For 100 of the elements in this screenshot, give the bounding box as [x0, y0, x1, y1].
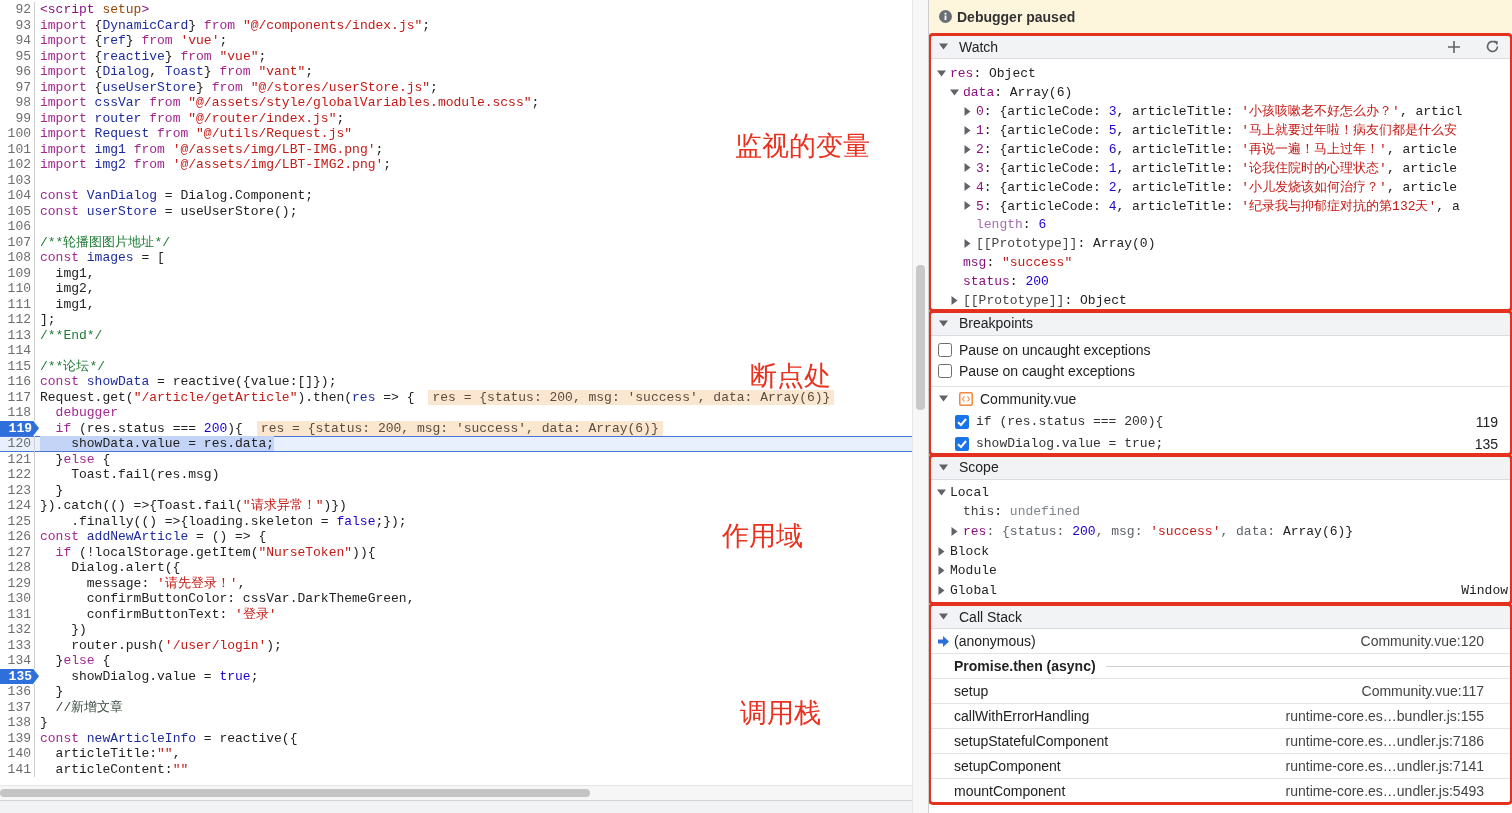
- line-number[interactable]: 136: [0, 684, 35, 700]
- line-number[interactable]: 95: [0, 48, 35, 64]
- line-number[interactable]: 110: [0, 281, 35, 297]
- stack-frame-name[interactable]: setup: [954, 683, 989, 700]
- line-number[interactable]: 131: [0, 606, 35, 622]
- line-number[interactable]: 99: [0, 110, 35, 126]
- stack-frame-location[interactable]: runtime-core.es…undler.js:5493: [1285, 783, 1484, 800]
- line-number[interactable]: 104: [0, 188, 35, 204]
- file-name[interactable]: Community.vue: [980, 390, 1077, 407]
- caret-right-icon[interactable]: [963, 163, 972, 173]
- breakpoint-code[interactable]: if (res.status === 200){: [976, 414, 1469, 430]
- stack-frame-name[interactable]: setupComponent: [954, 758, 1061, 775]
- line-number[interactable]: 109: [0, 265, 35, 281]
- line-number[interactable]: 100: [0, 126, 35, 142]
- line-number[interactable]: 139: [0, 730, 35, 746]
- line-number[interactable]: 132: [0, 622, 35, 638]
- line-number[interactable]: 111: [0, 296, 35, 312]
- stack-frame-name[interactable]: mountComponent: [954, 783, 1066, 800]
- caret-right-icon[interactable]: [937, 546, 946, 556]
- line-number[interactable]: 103: [0, 172, 35, 188]
- stack-frame-location[interactable]: Community.vue:117: [1361, 683, 1484, 700]
- line-number[interactable]: 116: [0, 374, 35, 390]
- line-number[interactable]: 105: [0, 203, 35, 219]
- line-number[interactable]: 94: [0, 33, 35, 49]
- line-number[interactable]: 107: [0, 234, 35, 250]
- caret-right-icon[interactable]: [950, 527, 959, 537]
- caret-down-icon[interactable]: [939, 318, 948, 328]
- stack-frame-name[interactable]: setupStatefulComponent: [954, 733, 1109, 750]
- section-header[interactable]: Watch: [929, 34, 1512, 59]
- stack-frame-name[interactable]: (anonymous): [954, 633, 1036, 650]
- caret-down-icon[interactable]: [937, 68, 946, 78]
- caret-right-icon[interactable]: [950, 295, 959, 305]
- stack-frame-location[interactable]: runtime-core.es…undler.js:7141: [1285, 758, 1484, 775]
- line-number[interactable]: 137: [0, 699, 35, 715]
- line-number[interactable]: 120: [0, 436, 35, 452]
- line-number[interactable]: 106: [0, 219, 35, 235]
- code-line: Request.get("/article/getArticle").then(res => {: [39, 389, 415, 405]
- line-number[interactable]: 102: [0, 157, 35, 173]
- add-icon[interactable]: [1447, 39, 1461, 54]
- checkbox[interactable]: [938, 364, 952, 379]
- section-header[interactable]: Scope: [929, 454, 1512, 480]
- line-number[interactable]: 112: [0, 312, 35, 328]
- vertical-scrollbar[interactable]: [912, 0, 928, 813]
- code-line: import img1 from '@/assets/img/LBT-IMG.png';: [39, 141, 384, 157]
- refresh-icon[interactable]: [1485, 39, 1500, 54]
- line-number[interactable]: 97: [0, 79, 35, 95]
- line-number[interactable]: 101: [0, 141, 35, 157]
- line-number[interactable]: 127: [0, 544, 35, 560]
- line-number[interactable]: 117: [0, 389, 35, 405]
- section-header[interactable]: Breakpoints: [929, 310, 1512, 336]
- caret-right-icon[interactable]: [963, 201, 972, 211]
- caret-right-icon[interactable]: [963, 125, 972, 135]
- line-number[interactable]: 126: [0, 529, 35, 545]
- line-number[interactable]: 133: [0, 637, 35, 653]
- section-header[interactable]: Call Stack: [929, 604, 1512, 630]
- line-number[interactable]: 108: [0, 250, 35, 266]
- stack-frame-location[interactable]: runtime-core.es…bundler.js:155: [1285, 708, 1484, 725]
- line-number[interactable]: 141: [0, 761, 35, 777]
- line-number[interactable]: 129: [0, 575, 35, 591]
- line-number[interactable]: 115: [0, 358, 35, 374]
- caret-down-icon[interactable]: [939, 612, 948, 622]
- caret-right-icon[interactable]: [963, 238, 972, 248]
- caret-right-icon[interactable]: [963, 182, 972, 192]
- stack-frame-location[interactable]: runtime-core.es…undler.js:7186: [1285, 733, 1484, 750]
- caret-right-icon[interactable]: [963, 106, 972, 116]
- line-number[interactable]: 138: [0, 715, 35, 731]
- breakpoint-code[interactable]: showDialog.value = true;: [976, 436, 1468, 452]
- checkbox[interactable]: [955, 436, 969, 451]
- line-number[interactable]: 121: [0, 451, 35, 467]
- caret-right-icon[interactable]: [937, 566, 946, 576]
- stack-frame-location[interactable]: Community.vue:120: [1360, 633, 1484, 650]
- line-number[interactable]: 98: [0, 95, 35, 111]
- caret-right-icon[interactable]: [937, 585, 946, 595]
- breakpoint-marker[interactable]: 119: [0, 420, 39, 436]
- line-number[interactable]: 96: [0, 64, 35, 80]
- line-number[interactable]: 122: [0, 467, 35, 483]
- line-number[interactable]: 124: [0, 498, 35, 514]
- breakpoint-marker[interactable]: 135: [0, 668, 39, 684]
- caret-down-icon[interactable]: [939, 394, 948, 404]
- line-number[interactable]: 118: [0, 405, 35, 421]
- line-number[interactable]: 114: [0, 343, 35, 359]
- caret-right-icon[interactable]: [963, 144, 972, 154]
- line-number[interactable]: 134: [0, 653, 35, 669]
- line-number[interactable]: 130: [0, 591, 35, 607]
- line-number[interactable]: 93: [0, 17, 35, 33]
- horizontal-scrollbar[interactable]: [0, 785, 912, 800]
- stack-frame-name[interactable]: callWithErrorHandling: [954, 708, 1090, 725]
- checkbox[interactable]: [955, 414, 969, 429]
- caret-down-icon[interactable]: [939, 42, 948, 51]
- caret-down-icon[interactable]: [939, 462, 948, 472]
- line-number[interactable]: 140: [0, 746, 35, 762]
- line-number[interactable]: 125: [0, 513, 35, 529]
- line-number[interactable]: 113: [0, 327, 35, 343]
- checkbox[interactable]: [938, 343, 952, 358]
- line-number[interactable]: 123: [0, 482, 35, 498]
- caret-down-icon[interactable]: [950, 87, 959, 97]
- code-line: }else {: [54, 451, 111, 467]
- line-number[interactable]: 92: [0, 2, 35, 18]
- line-number[interactable]: 128: [0, 560, 35, 576]
- caret-down-icon[interactable]: [937, 487, 946, 497]
